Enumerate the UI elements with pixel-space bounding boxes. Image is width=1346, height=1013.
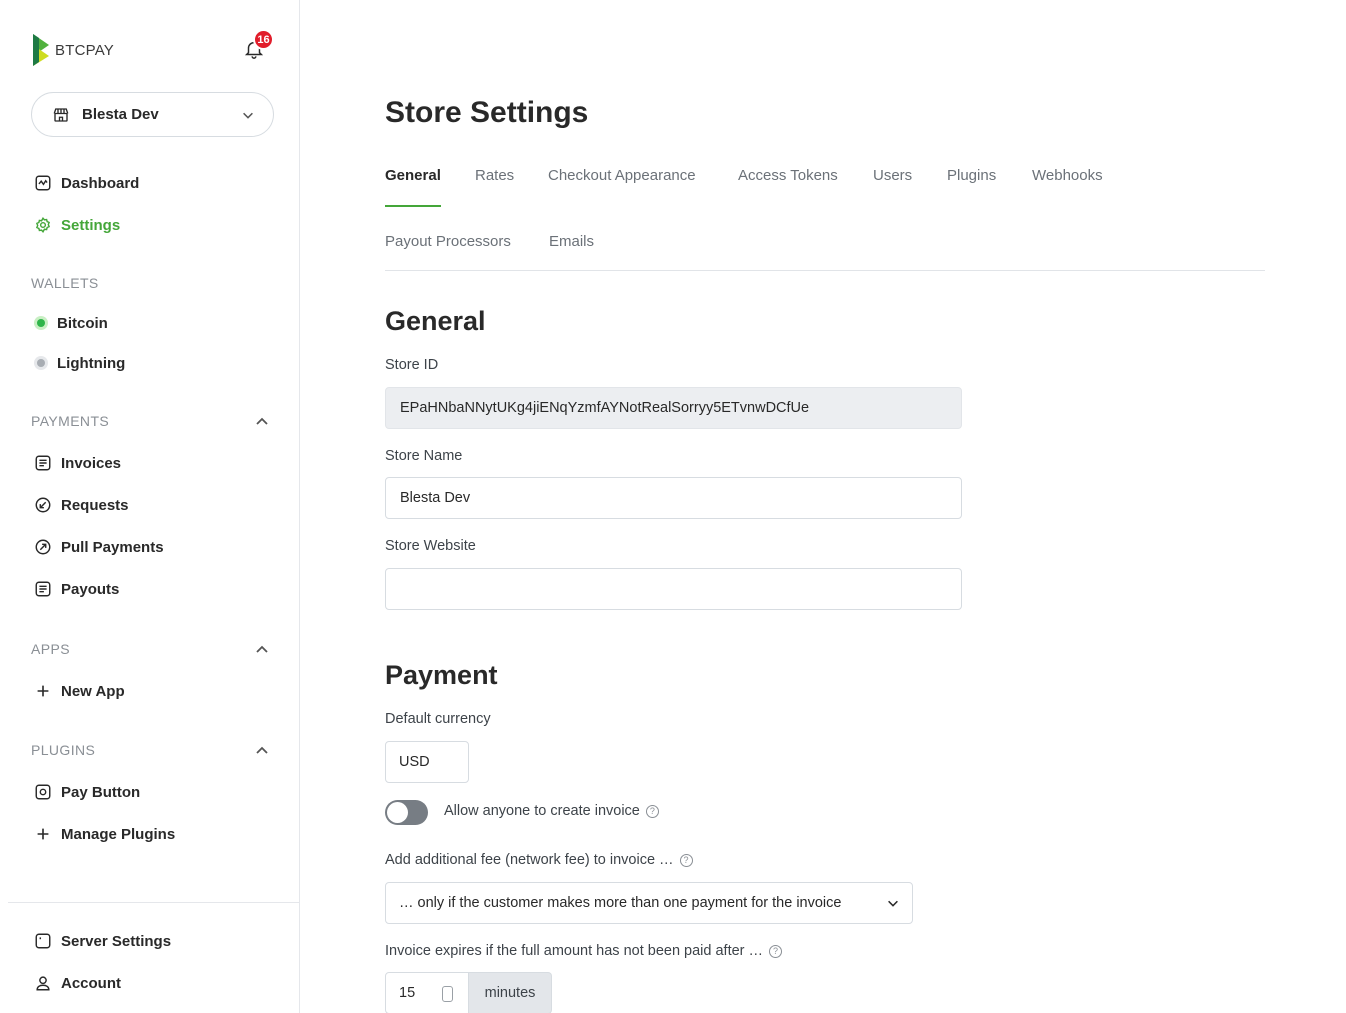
sidebar-item-label: Manage Plugins [61,825,176,843]
sidebar-item-requests[interactable]: Requests [34,494,129,516]
network-fee-selected-value: … only if the customer makes more than o… [399,895,842,911]
sidebar-item-invoices[interactable]: Invoices [34,452,121,474]
sidebar-item-label: Account [61,974,121,992]
sidebar-item-label: Server Settings [61,932,172,950]
store-website-label: Store Website [385,538,476,554]
sidebar-item-payouts[interactable]: Payouts [34,578,119,600]
chevron-up-icon[interactable] [254,743,270,759]
sidebar-item-label: Settings [61,216,121,234]
server-icon [35,933,51,949]
sidebar-item-manage-plugins[interactable]: Manage Plugins [34,823,175,845]
sidebar-item-label: Bitcoin [57,314,108,332]
btcpay-logo[interactable]: BTCPAY [31,32,114,68]
sidebar-item-pay-button[interactable]: Pay Button [34,781,140,803]
allow-anyone-label: Allow anyone to create invoice ? [444,803,659,819]
sidebar-item-pull-payments[interactable]: Pull Payments [34,536,164,558]
pay-button-icon [35,784,51,800]
sidebar-item-settings[interactable]: Settings [34,214,120,236]
gear-icon [35,217,51,233]
arrow-out-circle-icon [35,539,51,555]
section-title-plugins: PLUGINS [31,742,96,758]
plus-icon [37,685,49,697]
sidebar-item-label: Requests [61,496,129,514]
sidebar: BTCPAY 16 Blesta Dev Dashboard Settings … [0,0,300,1013]
store-selector-label: Blesta Dev [82,106,159,123]
chevron-down-icon [243,112,253,119]
help-icon[interactable]: ? [645,804,659,818]
sidebar-item-label: Payouts [61,580,120,598]
tab-emails[interactable]: Emails [549,233,594,250]
store-icon [53,107,69,122]
plus-icon [37,828,49,840]
sidebar-item-lightning[interactable]: Lightning [34,352,125,374]
section-title-apps: APPS [31,641,70,657]
sidebar-item-label: Pull Payments [61,538,164,556]
section-title-payments: PAYMENTS [31,413,110,429]
page-title: Store Settings [385,96,589,129]
tab-rates[interactable]: Rates [475,167,514,184]
toggle-knob [387,802,408,823]
store-id-field[interactable]: EPaHNbaNNytUKg4jiENqYzmfAYNotRealSorryy5… [385,387,962,429]
sidebar-item-label: Lightning [57,354,126,372]
tabs-divider [385,270,1265,271]
user-icon [36,976,50,991]
tab-payout-processors[interactable]: Payout Processors [385,233,511,250]
store-id-label: Store ID [385,357,439,373]
invoice-expiry-input[interactable]: 15 [385,972,469,1013]
sidebar-item-label: Invoices [61,454,122,472]
invoice-expiry-value: 15 [399,985,416,1001]
section-heading-general: General [385,306,486,336]
arrow-in-circle-icon [35,497,51,513]
sidebar-item-new-app[interactable]: New App [34,680,125,702]
section-heading-payment: Payment [385,660,498,690]
store-website-field[interactable] [385,568,962,610]
network-fee-label: Add additional fee (network fee) to invo… [385,852,693,868]
sidebar-item-label: Dashboard [61,174,140,192]
chevron-down-icon [888,900,898,907]
store-selector[interactable]: Blesta Dev [31,92,274,137]
network-fee-select[interactable]: … only if the customer makes more than o… [385,882,913,924]
sidebar-item-dashboard[interactable]: Dashboard [34,172,139,194]
default-currency-label: Default currency [385,711,491,727]
number-stepper-icon[interactable] [442,986,453,1002]
tab-access-tokens[interactable]: Access Tokens [738,167,838,184]
sidebar-item-label: Pay Button [61,783,141,801]
store-name-field[interactable]: Blesta Dev [385,477,962,519]
chevron-up-icon[interactable] [254,642,270,658]
sidebar-item-label: New App [61,682,125,700]
chevron-up-icon[interactable] [254,414,270,430]
allow-anyone-toggle[interactable] [385,800,428,825]
sidebar-item-bitcoin[interactable]: Bitcoin [34,312,108,334]
default-currency-field[interactable]: USD [385,741,469,783]
sidebar-divider [8,902,300,903]
sidebar-item-server-settings[interactable]: Server Settings [34,930,171,952]
help-icon[interactable]: ? [769,944,783,958]
tab-webhooks[interactable]: Webhooks [1032,167,1103,184]
help-icon[interactable]: ? [679,853,693,867]
invoice-expiry-unit: minutes [469,972,552,1013]
tab-general[interactable]: General [385,167,441,184]
tab-checkout-appearance[interactable]: Checkout Appearance [548,167,696,184]
invoice-expiry-label: Invoice expires if the full amount has n… [385,943,783,959]
status-dot-icon [34,356,48,370]
invoice-icon [35,455,51,471]
dashboard-icon [35,175,51,191]
status-dot-icon [34,316,48,330]
brand-name: BTCPAY [55,41,114,59]
btcpay-logo-icon [33,34,49,66]
payouts-icon [35,581,51,597]
section-title-wallets: WALLETS [31,275,99,291]
sidebar-item-account[interactable]: Account [34,972,121,994]
active-tab-indicator [385,205,441,207]
tab-users[interactable]: Users [873,167,912,184]
invoice-expiry-group: 15 minutes [385,972,552,1013]
notification-badge: 16 [253,29,274,50]
store-name-label: Store Name [385,448,463,464]
tab-plugins[interactable]: Plugins [947,167,996,184]
